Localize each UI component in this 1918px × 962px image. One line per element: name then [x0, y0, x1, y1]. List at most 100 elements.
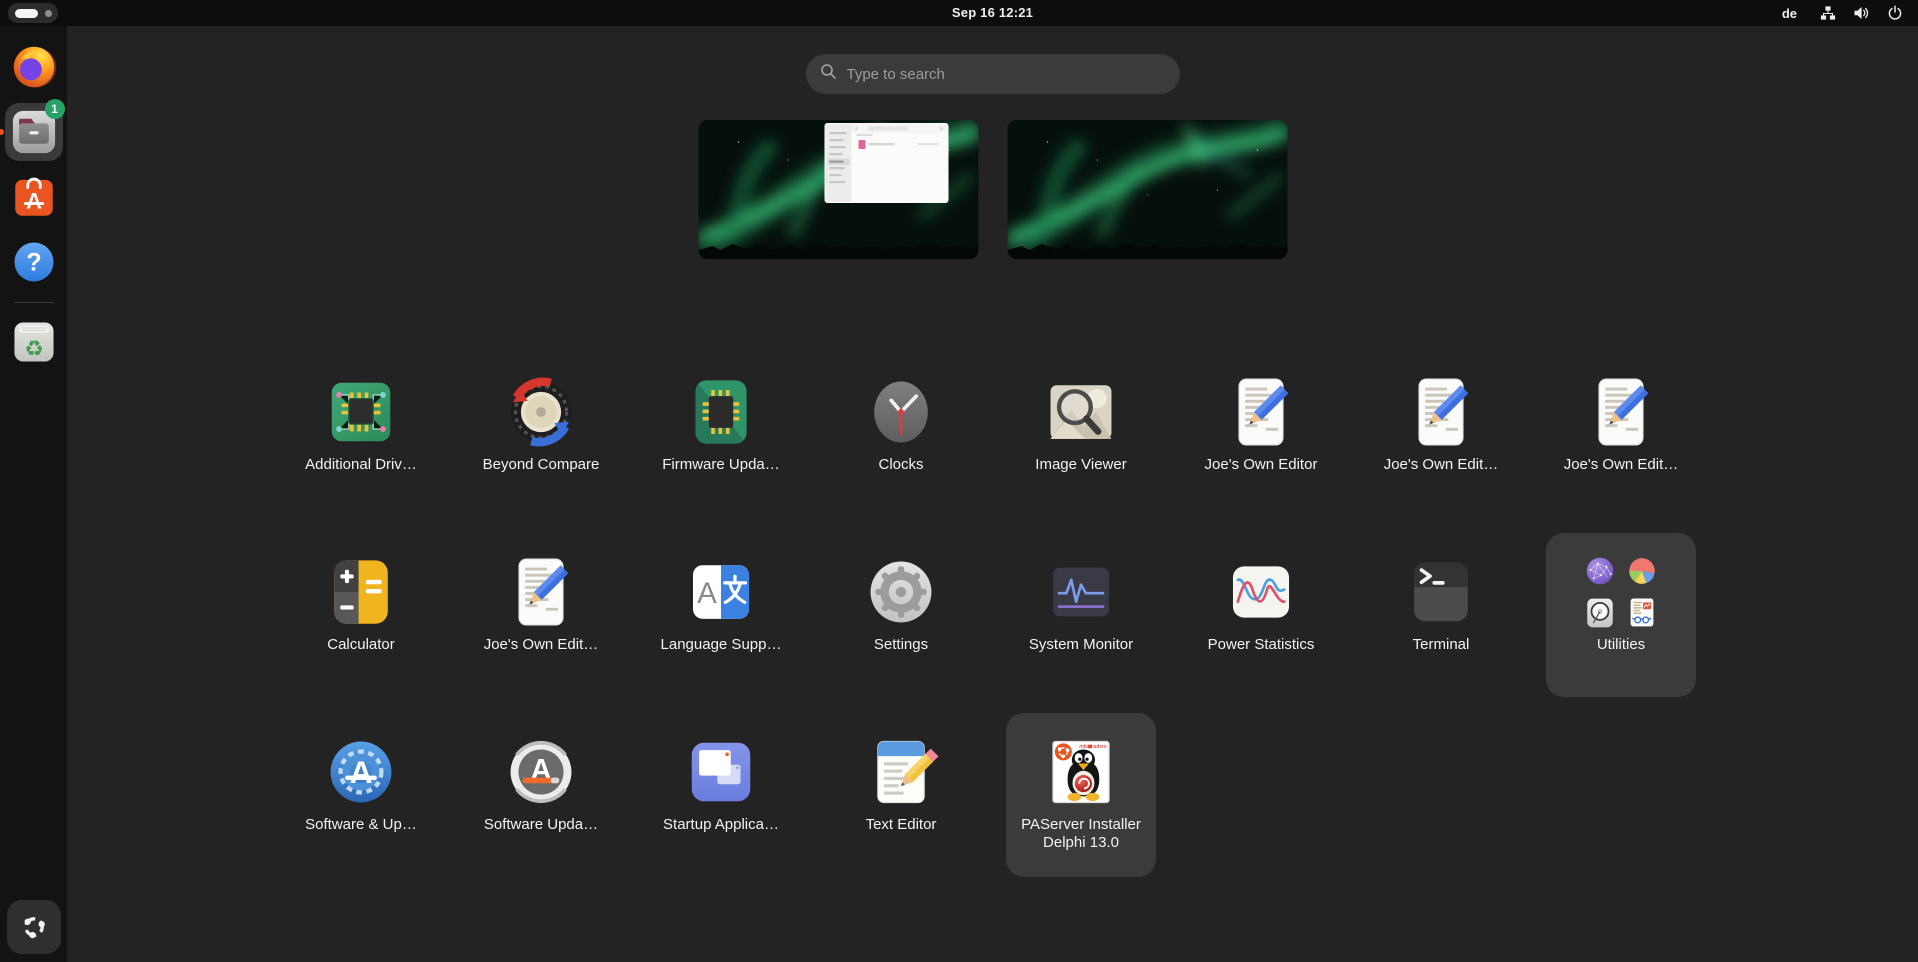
app-label: Text Editor [866, 816, 937, 834]
app-tile-calculator[interactable]: Calculator [286, 533, 436, 697]
additional-drivers-icon [322, 373, 400, 451]
workspace-dot-inactive [45, 10, 52, 17]
workspace-indicator[interactable] [8, 3, 58, 23]
joe-editor-icon [1222, 373, 1300, 451]
svg-text:♻: ♻ [24, 337, 44, 362]
power-icon[interactable] [1887, 5, 1903, 21]
svg-text:A: A [350, 754, 373, 790]
app-tile-joe-s-own-edit[interactable]: Joe's Own Edit… [1366, 353, 1516, 517]
dock-separator [14, 302, 54, 303]
folder-preview [1582, 553, 1660, 631]
app-label: Additional Driv… [305, 456, 417, 474]
svg-text:?: ? [26, 249, 41, 277]
app-tile-software-upda[interactable]: A Software Upda… [466, 713, 616, 877]
app-center-icon: A [9, 172, 59, 222]
system-monitor-icon [1042, 553, 1120, 631]
app-label: Language Supp… [661, 636, 782, 654]
terminal-icon [1402, 553, 1480, 631]
app-label: System Monitor [1029, 636, 1133, 654]
beyond-compare-icon [502, 373, 580, 451]
firefox-icon [9, 42, 59, 92]
app-label: Joe's Own Edit… [1384, 456, 1499, 474]
workspace-thumbnail-2[interactable] [1007, 120, 1287, 259]
app-tile-text-editor[interactable]: Text Editor [826, 713, 976, 877]
ubuntu-logo-icon [13, 906, 55, 948]
app-tile-firmware-upda[interactable]: Firmware Upda… [646, 353, 796, 517]
app-tile-software-up[interactable]: ASoftware & Up… [286, 713, 436, 877]
search-bar[interactable] [806, 54, 1180, 94]
app-label: Joe's Own Edit… [484, 636, 599, 654]
app-tile-terminal[interactable]: Terminal [1366, 533, 1516, 697]
show-apps-button[interactable] [7, 900, 61, 954]
app-label: PAServer Installer Delphi 13.0 [1008, 816, 1154, 852]
top-bar: Sep 16 12:21 de [0, 0, 1918, 26]
app-tile-startup-applica[interactable]: Startup Applica… [646, 713, 796, 877]
dock-item-files[interactable]: 1 [5, 103, 63, 161]
calculator-icon [322, 553, 400, 631]
activities-overview: Sep 16 12:21 de 1 A? ♻ [0, 0, 1918, 962]
app-label: Utilities [1597, 636, 1645, 654]
clock-button[interactable]: Sep 16 12:21 [67, 0, 1918, 26]
app-tile-system-monitor[interactable]: System Monitor [1006, 533, 1156, 697]
svg-text:A: A [697, 578, 717, 610]
keyboard-layout-indicator[interactable]: de [1782, 6, 1797, 21]
workspace-thumbnails [698, 120, 1287, 259]
text-editor-icon [862, 733, 940, 811]
network-tools-icon [1583, 554, 1617, 588]
workspace-dot-active [15, 9, 38, 18]
joe-editor-icon [1402, 373, 1480, 451]
joe-editor-icon [502, 553, 580, 631]
app-tile-paserver-installer-delphi-13-0[interactable]: mbarcadero PAServer Installer Delphi 13.0 [1006, 713, 1156, 877]
dock-item-trash[interactable]: ♻ [5, 313, 63, 371]
startup-applications-icon [682, 733, 760, 811]
app-label: Clocks [878, 456, 923, 474]
dock-item-app-center[interactable]: A [5, 168, 63, 226]
disks-icon [1583, 596, 1617, 630]
app-tile-beyond-compare[interactable]: Beyond Compare [466, 353, 616, 517]
software-updater-icon: A [502, 733, 580, 811]
svg-text:A: A [26, 189, 42, 214]
svg-text:mbarcadero: mbarcadero [1079, 744, 1106, 750]
app-tile-joe-s-own-edit[interactable]: Joe's Own Edit… [466, 533, 616, 697]
dock-item-help[interactable]: ? [5, 233, 63, 291]
quick-settings[interactable]: de [1782, 0, 1918, 26]
app-tile-clocks[interactable]: Clocks [826, 353, 976, 517]
notification-badge: 1 [45, 99, 65, 119]
app-tile-settings[interactable]: Settings [826, 533, 976, 697]
app-grid: Additional Driv… Beyond Compare Firmware U… [271, 353, 1711, 893]
app-label: Power Statistics [1208, 636, 1315, 654]
mini-files-window [824, 123, 948, 203]
app-folder-utilities[interactable]: Utilities [1546, 533, 1696, 697]
app-label: Settings [874, 636, 928, 654]
app-label: Software Upda… [484, 816, 598, 834]
trash-icon: ♻ [9, 317, 59, 367]
firmware-updater-icon [682, 373, 760, 451]
search-icon [820, 63, 837, 85]
image-viewer-icon [1042, 373, 1120, 451]
volume-icon[interactable] [1853, 5, 1870, 21]
pie-chart-icon [1625, 554, 1659, 588]
workspace-thumbnail-1[interactable] [698, 120, 978, 259]
running-indicator-dot [0, 129, 4, 135]
app-tile-joe-s-own-editor[interactable]: Joe's Own Editor [1186, 353, 1336, 517]
clocks-icon [862, 373, 940, 451]
dash-dock: 1 A? ♻ [0, 26, 67, 962]
language-support-icon: A [682, 553, 760, 631]
app-label: Joe's Own Editor [1205, 456, 1318, 474]
app-label: Image Viewer [1035, 456, 1126, 474]
dock-item-firefox[interactable] [5, 38, 63, 96]
app-tile-image-viewer[interactable]: Image Viewer [1006, 353, 1156, 517]
app-label: Terminal [1413, 636, 1470, 654]
network-icon[interactable] [1820, 5, 1836, 21]
app-tile-additional-driv[interactable]: Additional Driv… [286, 353, 436, 517]
paserver-icon: mbarcadero [1042, 733, 1120, 811]
app-tile-power-statistics[interactable]: Power Statistics [1186, 533, 1336, 697]
app-tile-joe-s-own-edit[interactable]: Joe's Own Edit… [1546, 353, 1696, 517]
app-tile-language-supp[interactable]: A Language Supp… [646, 533, 796, 697]
overview-content: Additional Driv… Beyond Compare Firmware U… [67, 26, 1918, 962]
power-statistics-icon [1222, 553, 1300, 631]
app-label: Firmware Upda… [662, 456, 780, 474]
app-label: Beyond Compare [483, 456, 600, 474]
help-icon: ? [9, 237, 59, 287]
search-input[interactable] [847, 66, 1166, 83]
